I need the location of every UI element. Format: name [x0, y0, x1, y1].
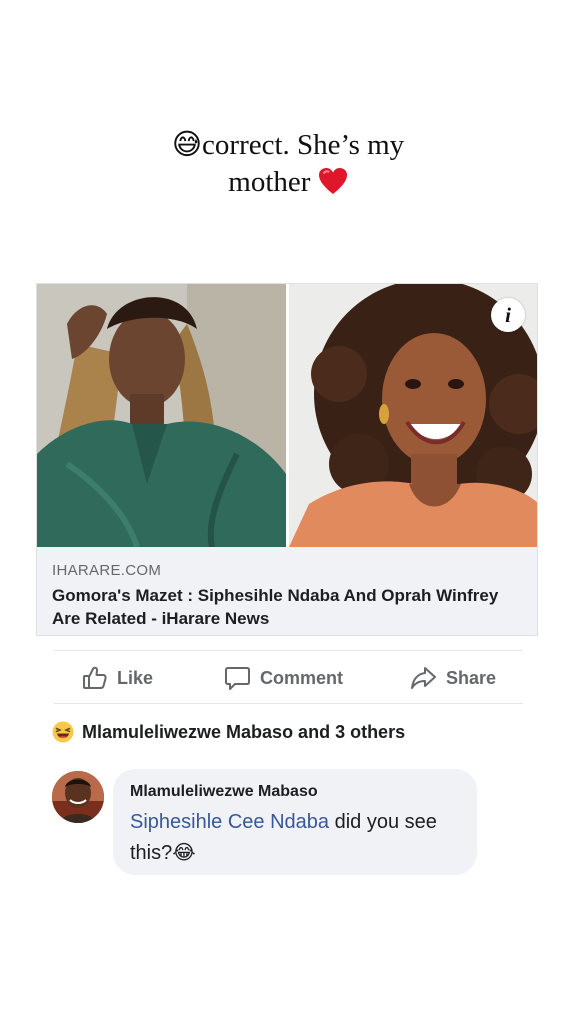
post-action-bar: Like Comment Share: [54, 652, 523, 704]
link-meta: IHARARE.COM Gomora's Mazet : Siphesihle …: [37, 547, 537, 635]
divider-bottom: [54, 703, 523, 704]
reactions-summary[interactable]: Mlamuleliwezwe Mabaso and 3 others: [52, 719, 405, 745]
link-preview-card[interactable]: i IHARARE.COM Gomora's Mazet : Siphesihl…: [36, 283, 538, 636]
link-domain: IHARARE.COM: [52, 562, 162, 579]
comment-bubble: Mlamuleliwezwe Mabaso Siphesihle Cee Nda…: [113, 769, 477, 875]
reactions-text: Mlamuleliwezwe Mabaso and 3 others: [82, 721, 406, 742]
article-photo-right: i: [289, 284, 537, 547]
comment-label: Comment: [260, 667, 344, 688]
comment-author[interactable]: Mlamuleliwezwe Mabaso: [130, 781, 461, 803]
comment-text: Siphesihle Cee Ndaba did you see this?😂: [130, 807, 461, 868]
sweat-smile-emoji-icon: 😅: [171, 127, 203, 161]
like-button[interactable]: Like: [82, 652, 153, 704]
tears-of-joy-emoji-icon: 😂: [172, 840, 196, 864]
commenter-avatar[interactable]: [52, 771, 104, 823]
caption-line-1: 😅correct. She’s my: [0, 126, 576, 164]
share-label: Share: [446, 667, 497, 688]
caption-line-2: mother: [0, 164, 576, 201]
thumbs-up-icon: [83, 666, 107, 689]
comment-text-part1: did you see: [329, 811, 437, 833]
laughing-emoji-icon: [52, 721, 74, 743]
caption-text-1: correct. She’s my: [202, 129, 405, 161]
comment-button[interactable]: Comment: [224, 652, 343, 704]
comment-icon: [225, 667, 250, 690]
info-icon[interactable]: i: [491, 298, 525, 332]
share-arrow-icon: [411, 667, 436, 689]
article-photo-left: [37, 284, 286, 547]
caption-text-2: mother: [228, 166, 311, 198]
divider-top: [54, 650, 523, 651]
link-headline[interactable]: Gomora's Mazet : Siphesihle Ndaba And Op…: [52, 584, 524, 630]
comment-text-part2: this?: [130, 842, 173, 864]
share-button[interactable]: Share: [410, 652, 496, 704]
mention-link[interactable]: Siphesihle Cee Ndaba: [130, 811, 329, 833]
red-heart-icon: [318, 168, 347, 194]
story-caption: 😅correct. She’s my mother: [0, 126, 576, 201]
like-label: Like: [117, 667, 154, 688]
